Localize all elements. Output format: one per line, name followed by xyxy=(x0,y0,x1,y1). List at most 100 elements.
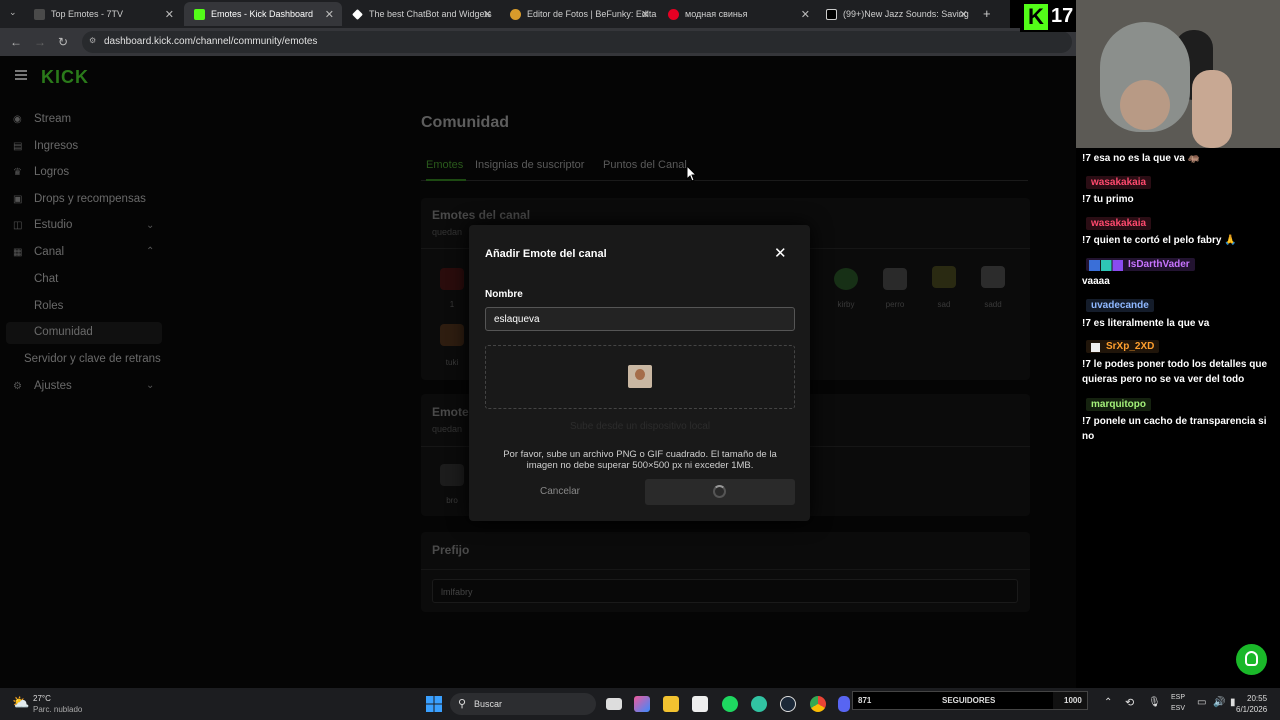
followers-label: SEGUIDORES xyxy=(942,696,996,705)
new-tab-icon[interactable]: + xyxy=(983,6,991,21)
back-icon[interactable]: ← xyxy=(10,35,22,49)
discord-icon[interactable] xyxy=(838,696,850,712)
url-field[interactable]: ⚙ dashboard.kick.com/channel/community/e… xyxy=(82,31,1072,53)
7tv-favicon-icon xyxy=(34,8,45,20)
weather-icon: ⛅ xyxy=(12,694,30,710)
headset-icon xyxy=(1245,651,1258,666)
upload-dropzone[interactable] xyxy=(485,345,795,409)
clock-date[interactable]: 6/1/2026 xyxy=(1236,705,1267,714)
cancel-button[interactable]: Cancelar xyxy=(485,479,635,505)
chevron-up-icon[interactable]: ⌃ xyxy=(1104,697,1112,708)
sidebar-item-stream[interactable]: Stream xyxy=(34,113,71,125)
tab-title: Editor de Fotos | BeFunky: Edita xyxy=(527,9,657,19)
page-title: Comunidad xyxy=(421,114,509,131)
sidebar-item-ingresos[interactable]: Ingresos xyxy=(34,140,78,152)
streamlabs-icon[interactable] xyxy=(751,696,767,712)
sidebar-item-comunidad[interactable]: Comunidad xyxy=(34,326,93,338)
help-line-2: imagen no debe superar 500×500 px ni exc… xyxy=(526,460,754,471)
sync-icon[interactable]: ⟲ xyxy=(1125,696,1134,709)
chevron-down-icon[interactable]: ⌄ xyxy=(146,220,154,231)
sidebar-item-estudio[interactable]: Estudio xyxy=(34,219,72,231)
weather-temp[interactable]: 27°C xyxy=(33,694,51,703)
emote-label: kirby xyxy=(837,300,855,309)
emote-image[interactable] xyxy=(440,268,464,290)
studio-icon: ◫ xyxy=(13,220,23,231)
prefix-input[interactable]: lmlfabry xyxy=(432,579,1018,603)
spotify-icon[interactable] xyxy=(722,696,738,712)
language-code-1[interactable]: ESP xyxy=(1171,694,1185,701)
emote-image[interactable] xyxy=(440,464,464,486)
tab-insignias[interactable]: Insignias de suscriptor xyxy=(475,159,584,171)
emote-image[interactable] xyxy=(440,324,464,346)
close-tab-icon[interactable]: ✕ xyxy=(959,8,968,21)
close-tab-icon[interactable]: ✕ xyxy=(165,8,174,21)
sidebar-item-ajustes[interactable]: Ajustes xyxy=(34,380,72,392)
language-code-2[interactable]: ESV xyxy=(1171,705,1185,712)
copilot-icon[interactable] xyxy=(634,696,650,712)
tab-chatbot[interactable]: The best ChatBot and Widgets ✕ xyxy=(342,2,500,26)
volume-icon[interactable]: 🔊 xyxy=(1213,697,1225,708)
tab-list-chevron-icon[interactable]: ⌄ xyxy=(9,7,17,18)
sidebar-item-canal[interactable]: Canal xyxy=(34,246,64,258)
chat-message: !7 ponele un cacho de transparencia si n… xyxy=(1082,416,1267,442)
tab-befunky[interactable]: Editor de Fotos | BeFunky: Edita ✕ xyxy=(500,2,658,26)
card-title: Prefijo xyxy=(432,543,470,557)
tiktok-favicon-icon xyxy=(826,8,837,20)
chevron-down-icon[interactable]: ⌄ xyxy=(146,380,154,391)
close-tab-icon[interactable]: ✕ xyxy=(325,8,334,21)
befunky-favicon-icon xyxy=(510,8,521,20)
forward-icon[interactable]: → xyxy=(34,35,46,49)
tab-pinterest[interactable]: модная свинья ✕ xyxy=(658,2,818,26)
menu-icon[interactable] xyxy=(15,70,27,80)
tab-emotes[interactable]: Emotes xyxy=(426,159,463,171)
taskbar-search[interactable]: ⚲ Buscar xyxy=(450,693,596,715)
gift-icon: ▣ xyxy=(13,194,23,205)
close-tab-icon[interactable]: ✕ xyxy=(801,8,810,21)
network-icon[interactable]: ▭ xyxy=(1197,697,1206,708)
followers-current: 871 xyxy=(858,696,872,705)
sidebar-item-roles[interactable]: Roles xyxy=(34,300,63,312)
sidebar-item-chat[interactable]: Chat xyxy=(34,273,58,285)
emote-image[interactable] xyxy=(834,268,858,290)
submit-button[interactable] xyxy=(645,479,795,505)
chatbot-favicon-icon xyxy=(352,8,363,20)
site-info-icon[interactable]: ⚙ xyxy=(89,36,96,45)
person-face-shape xyxy=(1120,80,1170,130)
upload-label[interactable]: Sube desde un dispositivo local xyxy=(485,421,795,432)
sidebar-item-drops[interactable]: Drops y recompensas xyxy=(34,193,146,205)
emote-name-input[interactable] xyxy=(485,307,795,331)
tab-tiktok[interactable]: (99+)New Jazz Sounds: Saving ✕ xyxy=(816,2,976,26)
search-icon: ⚲ xyxy=(458,698,467,710)
chat-username: marquitopo xyxy=(1086,398,1151,411)
emote-image[interactable] xyxy=(932,266,956,288)
sidebar-item-logros[interactable]: Logros xyxy=(34,166,69,178)
chevron-up-icon[interactable]: ⌃ xyxy=(146,246,154,257)
file-explorer-icon[interactable] xyxy=(663,696,679,712)
emote-image[interactable] xyxy=(981,266,1005,288)
sidebar-item-servidor[interactable]: Servidor y clave de retrans xyxy=(24,353,161,365)
close-tab-icon[interactable]: ✕ xyxy=(641,8,650,21)
reload-icon[interactable]: ↻ xyxy=(58,35,68,49)
kick-logo[interactable]: KICK xyxy=(41,67,89,88)
clock-time[interactable]: 20:55 xyxy=(1247,694,1267,703)
steam-icon[interactable] xyxy=(780,696,796,712)
chat-message: !7 esa no es la que va 🦛 xyxy=(1082,153,1201,164)
tab-puntos[interactable]: Puntos del Canal xyxy=(603,159,687,171)
capcut-icon[interactable] xyxy=(692,696,708,712)
close-tab-icon[interactable]: ✕ xyxy=(483,8,492,21)
microphone-icon[interactable]: 🎙 xyxy=(1148,697,1161,708)
weather-desc[interactable]: Parc. nublado xyxy=(33,705,82,714)
emote-image[interactable] xyxy=(883,268,907,290)
chat-message: !7 es literalmente la que va xyxy=(1082,318,1210,329)
chrome-icon[interactable] xyxy=(810,696,826,712)
close-icon[interactable]: ✕ xyxy=(774,244,787,262)
gear-icon: ⚙ xyxy=(13,381,22,392)
task-view-icon[interactable] xyxy=(606,698,622,710)
tab-kick-dashboard[interactable]: Emotes - Kick Dashboard ✕ xyxy=(184,2,342,26)
tab-top-emotes[interactable]: Top Emotes - 7TV ✕ xyxy=(24,2,182,26)
card-divider xyxy=(421,569,1030,570)
battery-icon[interactable]: ▮ xyxy=(1230,697,1236,708)
windows-start-icon[interactable] xyxy=(426,696,442,712)
emote-label: tuki xyxy=(445,358,459,367)
prefix-value: lmlfabry xyxy=(441,587,473,597)
